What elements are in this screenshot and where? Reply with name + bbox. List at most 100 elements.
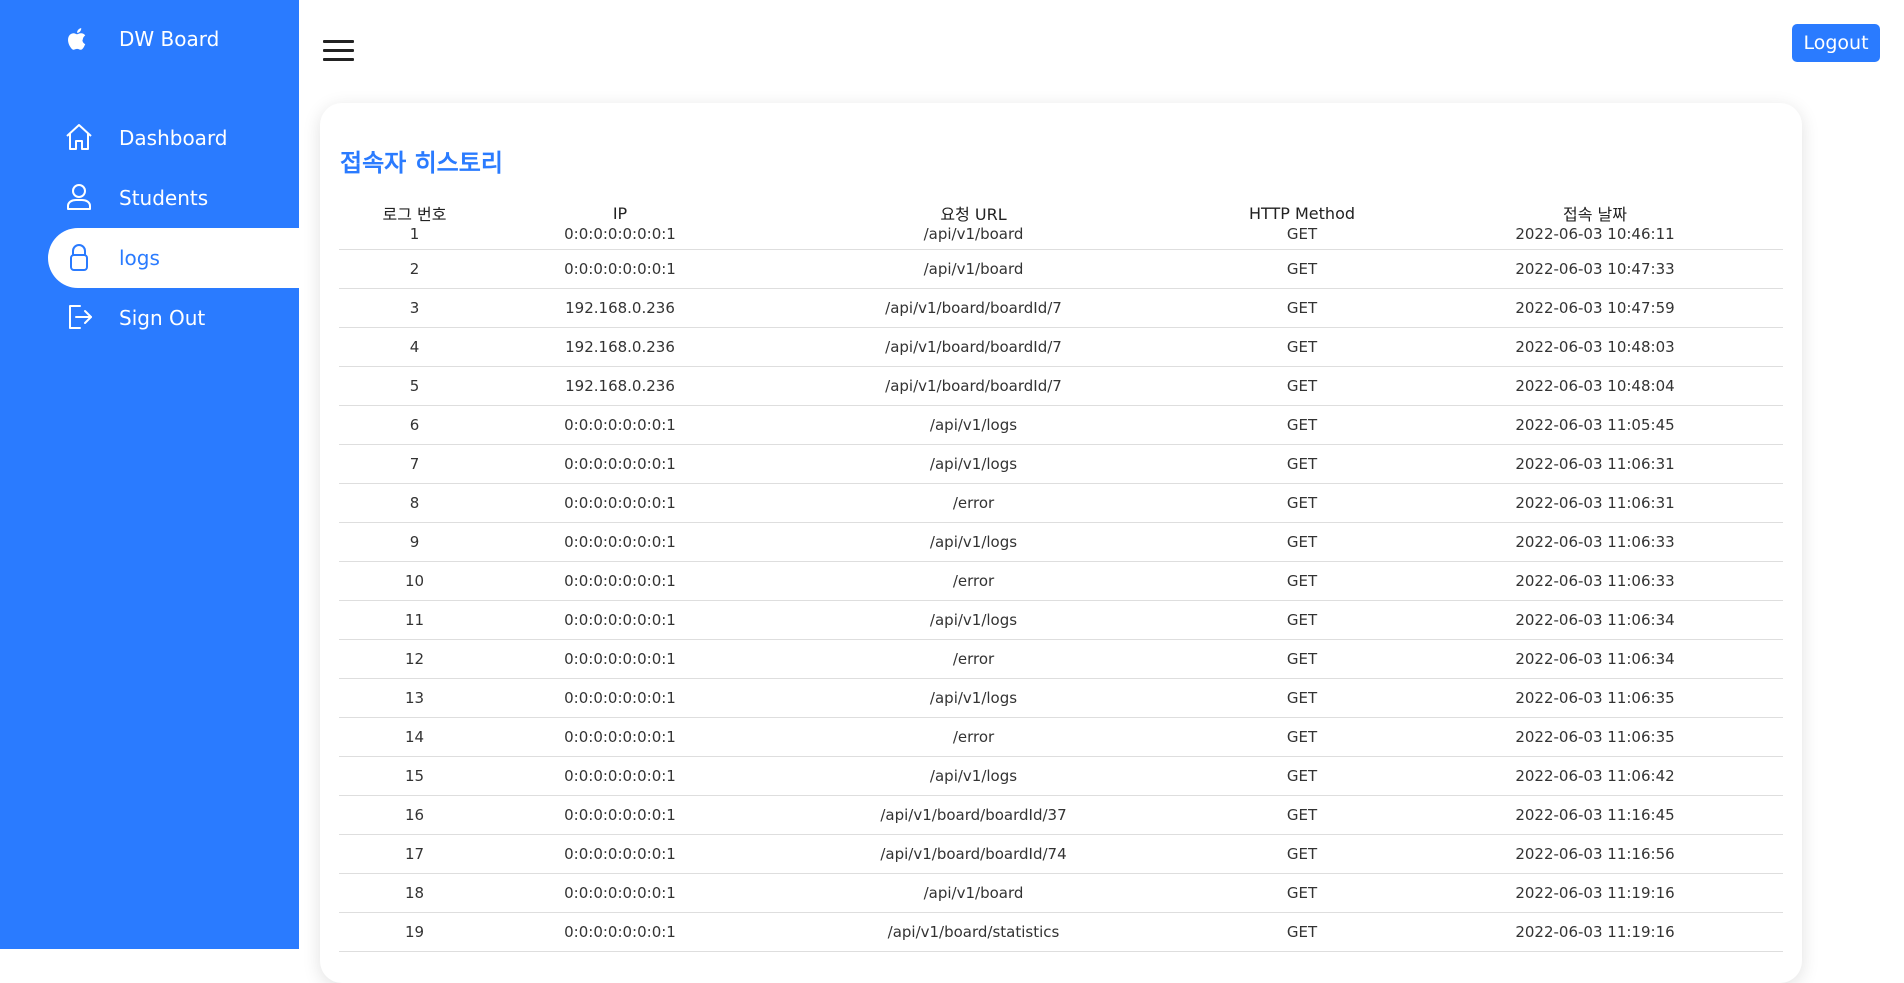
- lock-icon: [64, 242, 94, 272]
- cell-log-number: 10: [339, 561, 490, 601]
- cell-ip: 0:0:0:0:0:0:0:1: [490, 717, 750, 757]
- table-row: 4 192.168.0.236/api/v1/board/boardId/7 GET…: [339, 327, 1783, 367]
- cell-ip: 0:0:0:0:0:0:0:1: [490, 678, 750, 718]
- cell-request-url: /api/v1/logs: [750, 405, 1197, 445]
- column-header-request-url: 요청 URL: [940, 205, 1007, 224]
- table-row: 7 0:0:0:0:0:0:0:1/api/v1/logs GET 2022-06-0…: [339, 444, 1783, 484]
- cell-request-url: /api/v1/board/boardId/7: [750, 327, 1197, 367]
- table-row: 14 0:0:0:0:0:0:0:1/error GET 2022-06-03 11:…: [339, 717, 1783, 757]
- sidebar-item-dashboard[interactable]: Dashboard: [0, 108, 299, 168]
- cell-ip: 0:0:0:0:0:0:0:1: [490, 756, 750, 796]
- cell-ip: 192.168.0.236: [490, 288, 750, 328]
- cell-access-date: 2022-06-03 11:16:56: [1407, 834, 1783, 874]
- sidebar-item-label: Students: [119, 186, 209, 210]
- column-header-http-method: HTTP Method: [1248, 203, 1356, 223]
- cell-log-number: 15: [339, 756, 490, 796]
- table-row: 19 0:0:0:0:0:0:0:1/api/v1/board/statistic…: [339, 912, 1783, 952]
- table-row: 5 192.168.0.236/api/v1/board/boardId/7 GET…: [339, 366, 1783, 406]
- sidebar-nav: Dashboard Students logs Sign Out: [0, 108, 299, 348]
- table-row: 16 0:0:0:0:0:0:0:1/api/v1/board/boardId/3…: [339, 795, 1783, 835]
- cell-access-date: 2022-06-03 11:05:45: [1407, 405, 1783, 445]
- column-header-ip: IP: [612, 203, 628, 223]
- cell-log-number: 2: [339, 249, 490, 289]
- cell-http-method: GET: [1197, 327, 1407, 367]
- cell-http-method: GET: [1197, 561, 1407, 601]
- table-row: 13 0:0:0:0:0:0:0:1/api/v1/logs GET 2022-06-…: [339, 678, 1783, 718]
- cell-http-method: GET: [1197, 912, 1407, 952]
- cell-ip: 0:0:0:0:0:0:0:1: [490, 873, 750, 913]
- cell-request-url: /error: [750, 483, 1197, 523]
- cell-ip: 192.168.0.236: [490, 366, 750, 406]
- cell-http-method: GET: [1197, 483, 1407, 523]
- cell-request-url: /api/v1/board: [750, 249, 1197, 289]
- cell-access-date: 2022-06-03 10:48:03: [1407, 327, 1783, 367]
- table-row: 11 0:0:0:0:0:0:0:1/api/v1/logs GET 2022-06-…: [339, 600, 1783, 640]
- cell-http-method: GET: [1197, 756, 1407, 796]
- brand-name: DW Board: [119, 27, 220, 51]
- cell-access-date: 2022-06-03 11:06:31: [1407, 444, 1783, 484]
- cell-ip: 192.168.0.236: [490, 327, 750, 367]
- cell-log-number: 18: [339, 873, 490, 913]
- table-row: 2 0:0:0:0:0:0:0:1/api/v1/board GET 2022-06-…: [339, 249, 1783, 289]
- page-title: 접속자 히스토리: [340, 149, 503, 177]
- sidebar-item-label: Dashboard: [119, 126, 228, 150]
- sidebar-item-sign-out[interactable]: Sign Out: [0, 288, 299, 348]
- logs-table: 로그 번호 IP 요청 URL HTTP Method 접속 날짜 1 0:0:0…: [339, 201, 1783, 952]
- cell-request-url: /api/v1/logs: [750, 522, 1197, 562]
- cell-ip: 0:0:0:0:0:0:0:1: [490, 912, 750, 952]
- cell-ip: 0:0:0:0:0:0:0:1: [490, 561, 750, 601]
- cell-ip: 0:0:0:0:0:0:0:1: [490, 225, 750, 250]
- cell-http-method: GET: [1197, 717, 1407, 757]
- table-row: 18 0:0:0:0:0:0:0:1/api/v1/board GET 2022-06…: [339, 873, 1783, 913]
- sidebar-item-students[interactable]: Students: [0, 168, 299, 228]
- cell-log-number: 11: [339, 600, 490, 640]
- cell-request-url: /api/v1/board/statistics: [750, 912, 1197, 952]
- cell-http-method: GET: [1197, 834, 1407, 874]
- table-header-row: 로그 번호 IP 요청 URL HTTP Method 접속 날짜: [339, 201, 1783, 225]
- cell-ip: 0:0:0:0:0:0:0:1: [490, 834, 750, 874]
- cell-request-url: /api/v1/logs: [750, 444, 1197, 484]
- cell-request-url: /api/v1/board/boardId/37: [750, 795, 1197, 835]
- table-row: 1 0:0:0:0:0:0:0:1/api/v1/board GET 2022-06-…: [339, 225, 1783, 250]
- cell-request-url: /error: [750, 639, 1197, 679]
- cell-access-date: 2022-06-03 10:48:04: [1407, 366, 1783, 406]
- hamburger-menu-icon[interactable]: [323, 38, 355, 64]
- table-row: 12 0:0:0:0:0:0:0:1/error GET 2022-06-03 11:…: [339, 639, 1783, 679]
- cell-request-url: /api/v1/board/boardId/7: [750, 288, 1197, 328]
- cell-http-method: GET: [1197, 522, 1407, 562]
- cell-http-method: GET: [1197, 678, 1407, 718]
- cell-ip: 0:0:0:0:0:0:0:1: [490, 483, 750, 523]
- brand[interactable]: DW Board: [64, 22, 219, 56]
- home-icon: [64, 122, 94, 152]
- cell-http-method: GET: [1197, 600, 1407, 640]
- cell-request-url: /api/v1/logs: [750, 678, 1197, 718]
- table-row: 8 0:0:0:0:0:0:0:1/error GET 2022-06-03 11:0…: [339, 483, 1783, 523]
- sidebar-item-label: Sign Out: [119, 306, 206, 330]
- cell-request-url: /api/v1/board: [750, 873, 1197, 913]
- cell-access-date: 2022-06-03 11:16:45: [1407, 795, 1783, 835]
- sidebar: DW Board Dashboard Students logs Sign Ou…: [0, 0, 299, 949]
- cell-access-date: 2022-06-03 11:19:16: [1407, 912, 1783, 952]
- cell-log-number: 8: [339, 483, 490, 523]
- cell-access-date: 2022-06-03 11:06:31: [1407, 483, 1783, 523]
- cell-request-url: /api/v1/board: [750, 225, 1197, 250]
- apple-logo-icon: [64, 25, 92, 53]
- table-row: 3 192.168.0.236/api/v1/board/boardId/7 GET…: [339, 288, 1783, 328]
- table-row: 9 0:0:0:0:0:0:0:1/api/v1/logs GET 2022-06-0…: [339, 522, 1783, 562]
- cell-access-date: 2022-06-03 11:06:35: [1407, 678, 1783, 718]
- column-header-access-date: 접속 날짜: [1563, 205, 1627, 224]
- cell-request-url: /api/v1/board/boardId/7: [750, 366, 1197, 406]
- logout-button[interactable]: Logout: [1792, 24, 1880, 62]
- cell-ip: 0:0:0:0:0:0:0:1: [490, 522, 750, 562]
- cell-log-number: 9: [339, 522, 490, 562]
- cell-http-method: GET: [1197, 405, 1407, 445]
- cell-ip: 0:0:0:0:0:0:0:1: [490, 405, 750, 445]
- cell-http-method: GET: [1197, 288, 1407, 328]
- sidebar-item-logs[interactable]: logs: [48, 228, 299, 288]
- table-row: 10 0:0:0:0:0:0:0:1/error GET 2022-06-03 11:…: [339, 561, 1783, 601]
- cell-log-number: 4: [339, 327, 490, 367]
- table-row: 15 0:0:0:0:0:0:0:1/api/v1/logs GET 2022-06-…: [339, 756, 1783, 796]
- cell-access-date: 2022-06-03 11:06:35: [1407, 717, 1783, 757]
- sign-out-icon: [64, 302, 94, 332]
- cell-log-number: 19: [339, 912, 490, 952]
